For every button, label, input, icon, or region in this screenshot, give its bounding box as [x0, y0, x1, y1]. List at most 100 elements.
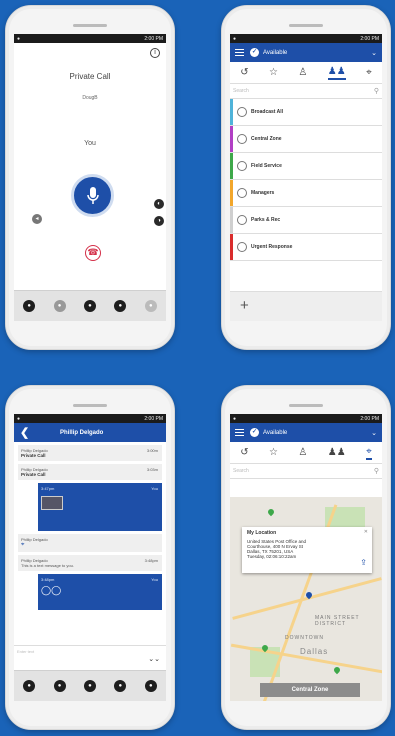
group-color-bar — [230, 99, 233, 125]
popup-title: My Location — [247, 530, 277, 536]
tab-bar: ↺ ☆ ♙ ♟♟ ⌖ — [230, 62, 382, 84]
search-input[interactable]: Search — [233, 468, 249, 474]
tab-contacts-icon[interactable]: ♙ — [298, 447, 307, 458]
search-bar[interactable]: Search ⚲ — [230, 464, 382, 479]
group-row[interactable]: Urgent Response — [230, 234, 382, 261]
volume-icon[interactable]: ◂ — [32, 214, 42, 224]
chat-screen: ● 2:00 PM ❮ Phillip Delgado Phillip Delg… — [14, 414, 166, 701]
contacts-icon[interactable]: ● — [53, 300, 66, 312]
group-color-bar — [230, 180, 233, 206]
voicemail-icon[interactable]: ◯◯ — [41, 585, 159, 596]
search-icon[interactable]: ⚲ — [374, 87, 379, 95]
map-pin-icon[interactable] — [332, 665, 342, 675]
outgoing-voice-message[interactable]: 3:48pm You ◯◯ — [38, 574, 162, 610]
push-to-talk-button[interactable] — [71, 174, 114, 217]
location-icon[interactable]: ● — [53, 680, 66, 692]
close-icon[interactable]: ✕ — [364, 529, 368, 535]
chat-icon[interactable]: ● — [23, 300, 36, 312]
chevron-down-icon[interactable]: ⌄⌄ — [148, 655, 160, 663]
central-zone-button[interactable]: Central Zone — [260, 683, 360, 697]
message-body: Private Call — [21, 453, 46, 458]
message-item[interactable]: Phillip Delgado 3:00m Private Call — [18, 445, 162, 461]
group-label: Field Service — [251, 163, 282, 169]
outgoing-image-message[interactable]: 3:47pm You — [38, 483, 162, 531]
group-row[interactable]: Parks & Rec — [230, 207, 382, 234]
group-label: Broadcast All — [251, 109, 284, 115]
add-group-button[interactable]: + — [230, 291, 382, 321]
info-icon[interactable]: i — [150, 48, 160, 58]
compose-input[interactable]: Enter text — [17, 649, 34, 654]
map-view[interactable]: MAIN STREET DISTRICT DOWNTOWN Dallas My … — [230, 497, 382, 701]
group-label: Parks & Rec — [251, 217, 281, 223]
popup-line: Tuesday, 02:06:10:22am — [247, 554, 297, 559]
group-row[interactable]: Central Zone — [230, 126, 382, 153]
tab-map-icon[interactable]: ⌖ — [366, 67, 372, 78]
contacts-icon[interactable]: ● — [23, 680, 36, 692]
tab-favorites-icon[interactable]: ☆ — [269, 67, 278, 78]
tab-map-icon[interactable]: ⌖ — [366, 446, 372, 460]
presence-bar[interactable]: ✓ Available ⌄ — [230, 423, 382, 442]
groups-icon[interactable]: ● — [114, 300, 127, 312]
tab-groups-icon[interactable]: ♟♟ — [327, 66, 346, 80]
speaker-label: You — [84, 140, 96, 147]
tab-history-icon[interactable]: ↺ — [240, 67, 248, 78]
group-row[interactable]: Managers — [230, 180, 382, 207]
menu-icon[interactable] — [235, 49, 244, 56]
document-icon[interactable]: ● — [144, 680, 157, 692]
microphone-icon — [86, 186, 99, 204]
search-input[interactable]: Search — [233, 88, 249, 94]
group-label: Managers — [251, 190, 275, 196]
end-call-button[interactable]: ☎ — [85, 245, 101, 261]
tab-favorites-icon[interactable]: ☆ — [269, 447, 278, 458]
tab-groups-icon[interactable]: ♟♟ — [328, 447, 346, 458]
map-screen: ● 2:00 PM ✓ Available ⌄ ↺ ☆ ♙ ♟♟ ⌖ Searc… — [230, 414, 382, 701]
search-bar[interactable]: Search ⚲ — [230, 84, 382, 99]
share-icon[interactable]: ⇪ — [360, 558, 367, 567]
status-time: 2:00 PM — [360, 415, 379, 422]
chat-header: ❮ Phillip Delgado — [14, 423, 166, 442]
group-label: Central Zone — [251, 136, 282, 142]
group-row[interactable]: Broadcast All — [230, 99, 382, 126]
check-icon: ✓ — [250, 428, 259, 437]
image-thumbnail[interactable] — [41, 496, 63, 510]
message-time: 3:00m — [146, 448, 158, 453]
message-item[interactable]: Phillip Delgado 3:03m Private Call — [18, 464, 162, 480]
message-time: 3:47pm — [41, 486, 55, 491]
tab-history-icon[interactable]: ↺ — [240, 447, 248, 458]
group-row[interactable]: Field Service — [230, 153, 382, 180]
location-popup[interactable]: My Location United States Post Office an… — [242, 527, 372, 573]
message-sender: You — [151, 577, 158, 582]
tab-contacts-icon[interactable]: ♙ — [298, 67, 307, 78]
message-body: Private Call — [21, 472, 46, 477]
groups-screen: ● 2:00 PM ✓ Available ⌄ ↺ ☆ ♙ ♟♟ ⌖ Searc… — [230, 34, 382, 321]
groups-icon[interactable]: ● — [83, 680, 96, 692]
message-item[interactable]: Phillip Delgado 3:48pm This is a text me… — [18, 555, 162, 571]
phone-map: ● 2:00 PM ✓ Available ⌄ ↺ ☆ ♙ ♟♟ ⌖ Searc… — [221, 385, 391, 730]
status-bar: ● 2:00 PM — [14, 34, 166, 43]
speaker-toggle-icon[interactable]: ◐ — [154, 199, 164, 209]
location-pin-icon[interactable]: ⌖ — [21, 542, 159, 549]
back-icon[interactable]: ❮ — [20, 426, 60, 439]
status-bar: ● 2:00 PM — [14, 414, 166, 423]
chevron-down-icon[interactable]: ⌄ — [371, 49, 377, 57]
search-icon[interactable]: ⚲ — [374, 467, 379, 475]
phone-speaker — [289, 24, 323, 27]
message-time: 3:48pm — [144, 558, 158, 563]
caller-name: DougB — [82, 95, 98, 101]
presence-bar[interactable]: ✓ Available ⌄ — [230, 43, 382, 62]
bottom-nav: ● ● ● ● ● — [14, 670, 166, 701]
message-compose[interactable]: Enter text ⌄⌄ — [14, 645, 166, 671]
map-pin-icon[interactable] — [266, 507, 276, 517]
chevron-down-icon[interactable]: ⌄ — [371, 429, 377, 437]
status-time: 2:00 PM — [360, 35, 379, 42]
voicemail-nav-icon[interactable]: ● — [114, 680, 127, 692]
menu-icon[interactable] — [235, 429, 244, 436]
group-icon — [237, 188, 247, 198]
location-icon[interactable]: ● — [83, 300, 96, 312]
more-icon[interactable]: ● — [144, 300, 157, 312]
phone-groups: ● 2:00 PM ✓ Available ⌄ ↺ ☆ ♙ ♟♟ ⌖ Searc… — [221, 5, 391, 350]
bluetooth-icon[interactable]: ◑ — [154, 216, 164, 226]
message-item[interactable]: Phillip Delgado ⌖ — [18, 534, 162, 552]
presence-status: Available — [263, 429, 288, 436]
message-time: 3:48pm — [41, 577, 55, 582]
